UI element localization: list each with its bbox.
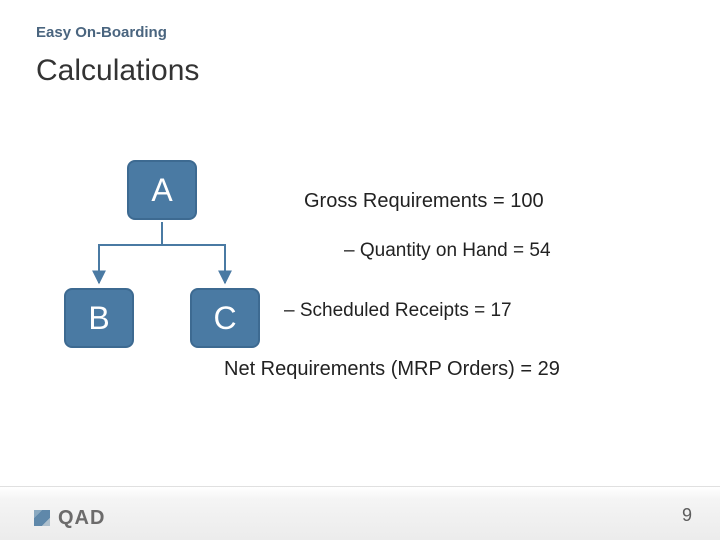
node-b: B (64, 288, 134, 348)
equation-gross-requirements: Gross Requirements = 100 (304, 190, 544, 213)
brand-logo: QAD (30, 506, 105, 530)
brand-name: QAD (58, 507, 105, 530)
node-c: C (190, 288, 260, 348)
node-a: A (127, 160, 197, 220)
equation-quantity-on-hand: – Quantity on Hand = 54 (344, 240, 551, 262)
footer: QAD 9 (0, 486, 720, 540)
page-number: 9 (682, 505, 692, 526)
equation-scheduled-receipts: – Scheduled Receipts = 17 (284, 300, 512, 322)
slide: Easy On-Boarding Calculations A B C Gros… (0, 0, 720, 540)
equation-net-requirements: Net Requirements (MRP Orders) = 29 (224, 358, 560, 381)
slide-title: Calculations (36, 54, 199, 88)
brand-logo-icon (30, 506, 54, 530)
eyebrow: Easy On-Boarding (36, 24, 167, 41)
tree-diagram: A B C (64, 160, 274, 380)
